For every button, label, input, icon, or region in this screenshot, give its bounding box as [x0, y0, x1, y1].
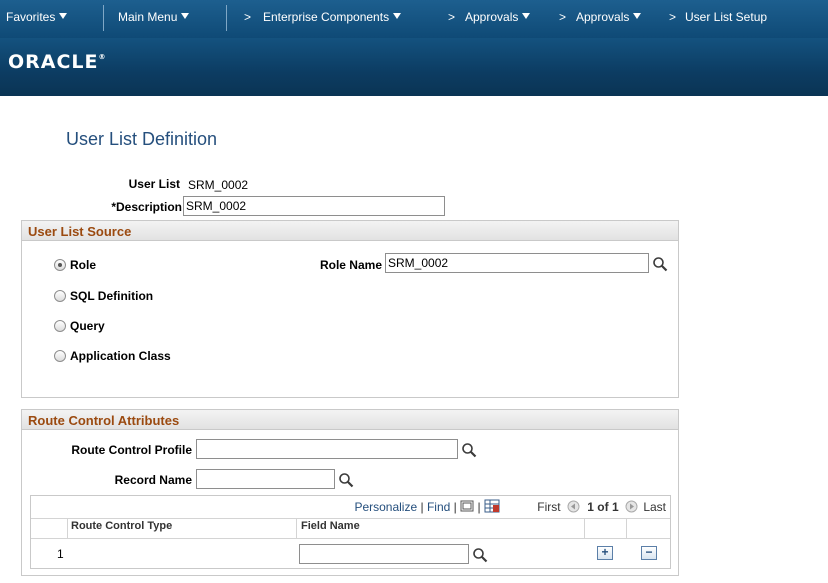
description-label: *Description: [111, 200, 182, 214]
nav-divider: [226, 5, 227, 31]
delete-row-button[interactable]: −: [641, 546, 657, 560]
user-list-value: SRM_0002: [188, 178, 249, 192]
first-label: First: [537, 500, 561, 514]
field-name-input[interactable]: [299, 544, 469, 564]
radio-selected-icon[interactable]: [54, 259, 66, 271]
field-name-header: Field Name: [301, 520, 360, 532]
breadcrumb-arrow-icon: >: [669, 10, 677, 24]
breadcrumb-label: Enterprise Components: [263, 10, 390, 24]
chevron-down-icon: [393, 13, 402, 19]
lookup-search-icon[interactable]: [652, 256, 668, 272]
row-range: 1 of 1: [587, 500, 619, 514]
record-name-label: Record Name: [114, 473, 192, 487]
logo-text: ORACLE: [8, 51, 99, 73]
user-list-label: User List: [128, 177, 180, 191]
nav-separator: |: [477, 500, 481, 514]
view-all-icon[interactable]: [460, 500, 474, 512]
favorites-label: Favorites: [6, 10, 56, 24]
user-list-source-header: User List Source: [22, 221, 678, 241]
route-control-profile-label: Route Control Profile: [71, 443, 192, 457]
role-option-label: Role: [70, 258, 97, 272]
route-control-grid: Personalize | Find | | First 1 of 1 Last…: [30, 495, 671, 569]
breadcrumb-arrow-icon: >: [448, 10, 456, 24]
next-arrow-icon[interactable]: [625, 500, 638, 513]
route-control-type-header: Route Control Type: [71, 520, 173, 532]
breadcrumb-label: Approvals: [576, 10, 630, 24]
grid-header-divider: [31, 518, 670, 519]
role-option[interactable]: Role: [54, 258, 96, 272]
logo-bar: ORACLE®: [0, 38, 828, 96]
description-input[interactable]: [183, 196, 445, 216]
oracle-logo: ORACLE®: [8, 51, 107, 73]
sql-definition-option-label: SQL Definition: [70, 289, 154, 303]
chevron-down-icon: [522, 13, 531, 19]
find-link[interactable]: Find: [427, 500, 450, 514]
chevron-down-icon: [181, 13, 190, 19]
top-nav: Favorites Main Menu > Enterprise Compone…: [0, 0, 828, 38]
application-class-option-label: Application Class: [70, 349, 171, 363]
breadcrumb-enterprise-components[interactable]: Enterprise Components: [263, 10, 402, 24]
nav-separator: |: [420, 500, 424, 514]
breadcrumb-arrow-icon: >: [559, 10, 567, 24]
chevron-down-icon: [633, 13, 642, 19]
main-menu[interactable]: Main Menu: [118, 10, 190, 24]
breadcrumb-label: Approvals: [465, 10, 519, 24]
query-option[interactable]: Query: [54, 319, 105, 333]
favorites-menu[interactable]: Favorites: [6, 10, 68, 24]
page-title: User List Definition: [66, 129, 218, 149]
breadcrumb-arrow-icon: >: [244, 10, 252, 24]
breadcrumb-approvals-2[interactable]: Approvals: [576, 10, 642, 24]
nav-divider: [103, 5, 104, 31]
radio-icon[interactable]: [54, 320, 66, 332]
row-number: 1: [57, 547, 64, 561]
record-name-input[interactable]: [196, 469, 335, 489]
table-row: 1 + −: [31, 538, 670, 568]
query-option-label: Query: [70, 319, 105, 333]
user-list-source-section: User List Source: [21, 220, 679, 398]
lookup-search-icon[interactable]: [461, 442, 477, 458]
radio-icon[interactable]: [54, 350, 66, 362]
role-name-input[interactable]: [385, 253, 649, 273]
personalize-link[interactable]: Personalize: [354, 500, 417, 514]
main-menu-label: Main Menu: [118, 10, 178, 24]
breadcrumb-user-list-setup[interactable]: User List Setup: [685, 10, 767, 24]
route-control-header: Route Control Attributes: [22, 410, 678, 430]
role-name-label: Role Name: [319, 258, 382, 272]
route-control-profile-input[interactable]: [196, 439, 458, 459]
previous-arrow-icon[interactable]: [567, 500, 580, 513]
radio-icon[interactable]: [54, 290, 66, 302]
sql-definition-option[interactable]: SQL Definition: [54, 289, 153, 303]
lookup-search-icon[interactable]: [338, 472, 354, 488]
add-row-button[interactable]: +: [597, 546, 613, 560]
grid-navigation: Personalize | Find | | First 1 of 1 Last: [354, 499, 666, 514]
nav-separator: |: [453, 500, 457, 514]
chevron-down-icon: [59, 13, 68, 19]
lookup-search-icon[interactable]: [472, 547, 488, 563]
application-class-option[interactable]: Application Class: [54, 349, 171, 363]
breadcrumb-approvals[interactable]: Approvals: [465, 10, 531, 24]
last-label: Last: [643, 500, 666, 514]
download-excel-icon[interactable]: [484, 499, 500, 513]
